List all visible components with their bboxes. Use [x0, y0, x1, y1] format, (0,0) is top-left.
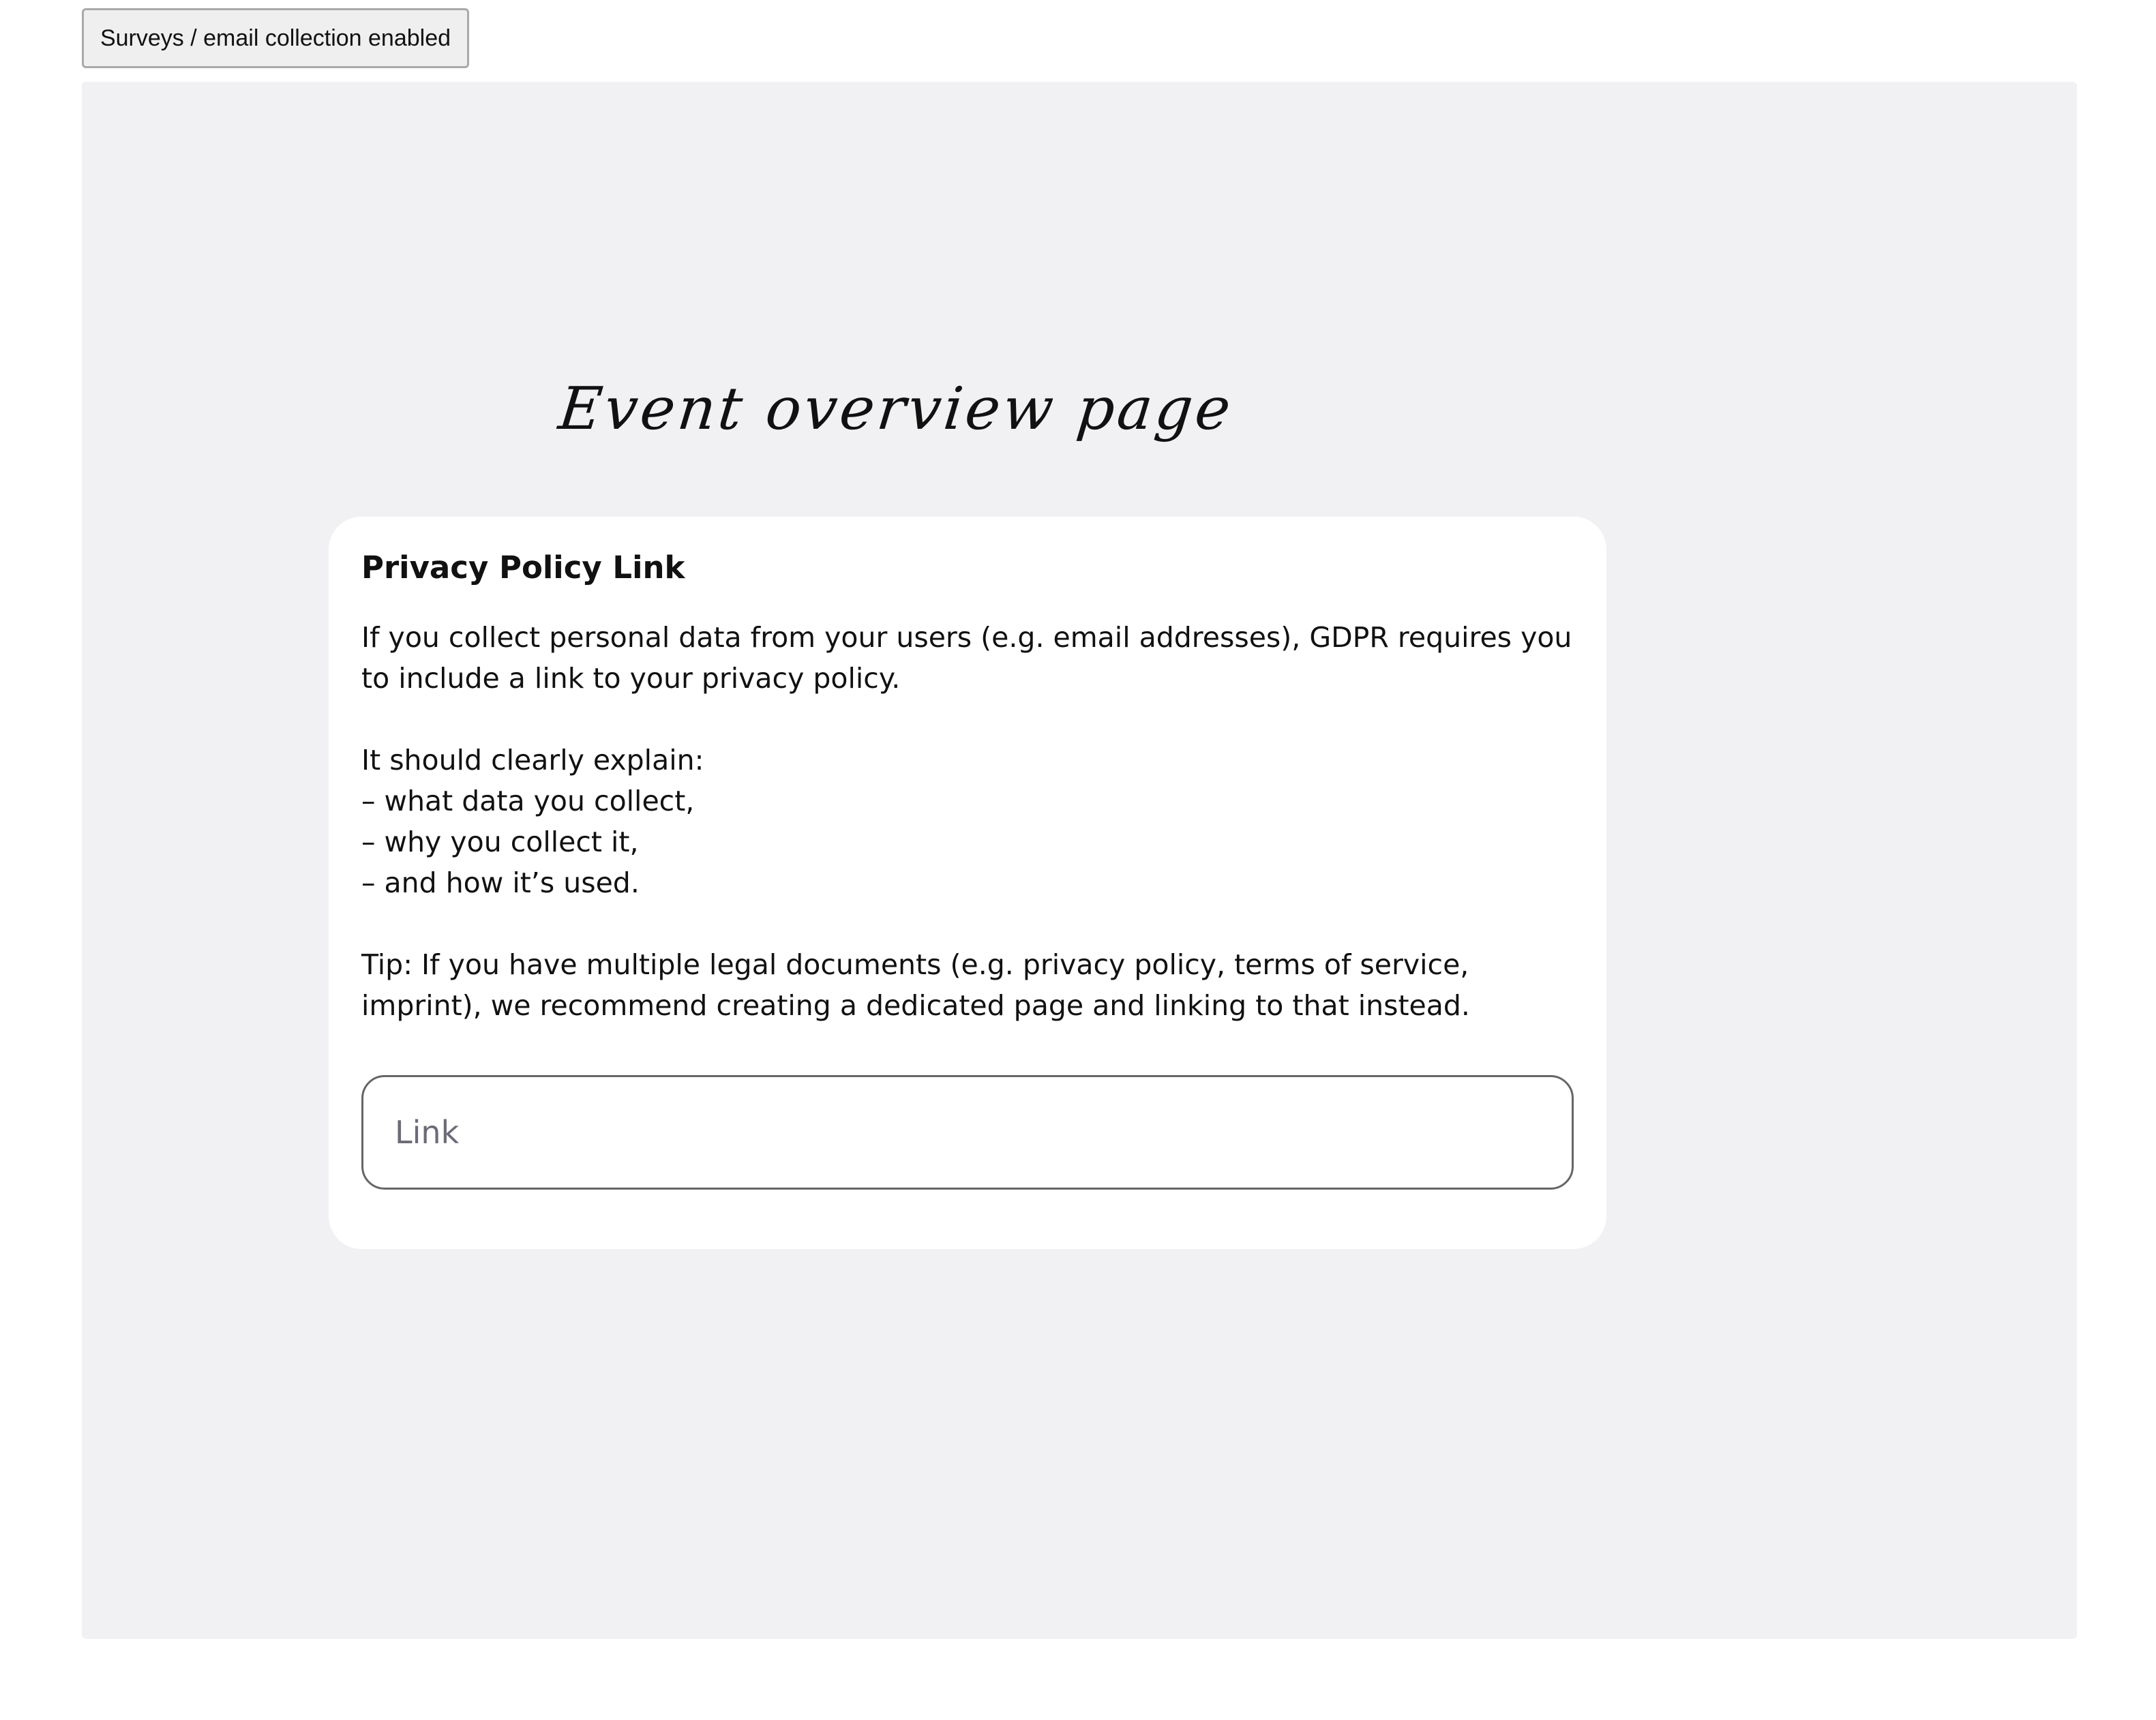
privacy-policy-tip-text: Tip: If you have multiple legal document… [361, 948, 1470, 1022]
surveys-email-collection-toggle-button[interactable]: Surveys / email collection enabled [82, 8, 469, 68]
event-overview-page-label: Event overview page [555, 375, 1237, 443]
privacy-policy-card: Privacy Policy Link If you collect perso… [329, 517, 1606, 1249]
privacy-policy-title: Privacy Policy Link [361, 549, 685, 586]
privacy-policy-explain-text: It should clearly explain: – what data y… [361, 743, 704, 899]
privacy-policy-intro-text: If you collect personal data from your u… [361, 620, 1572, 695]
privacy-policy-link-input[interactable] [361, 1074, 1574, 1190]
preview-canvas: Event overview page Privacy Policy Link … [82, 82, 2077, 1639]
